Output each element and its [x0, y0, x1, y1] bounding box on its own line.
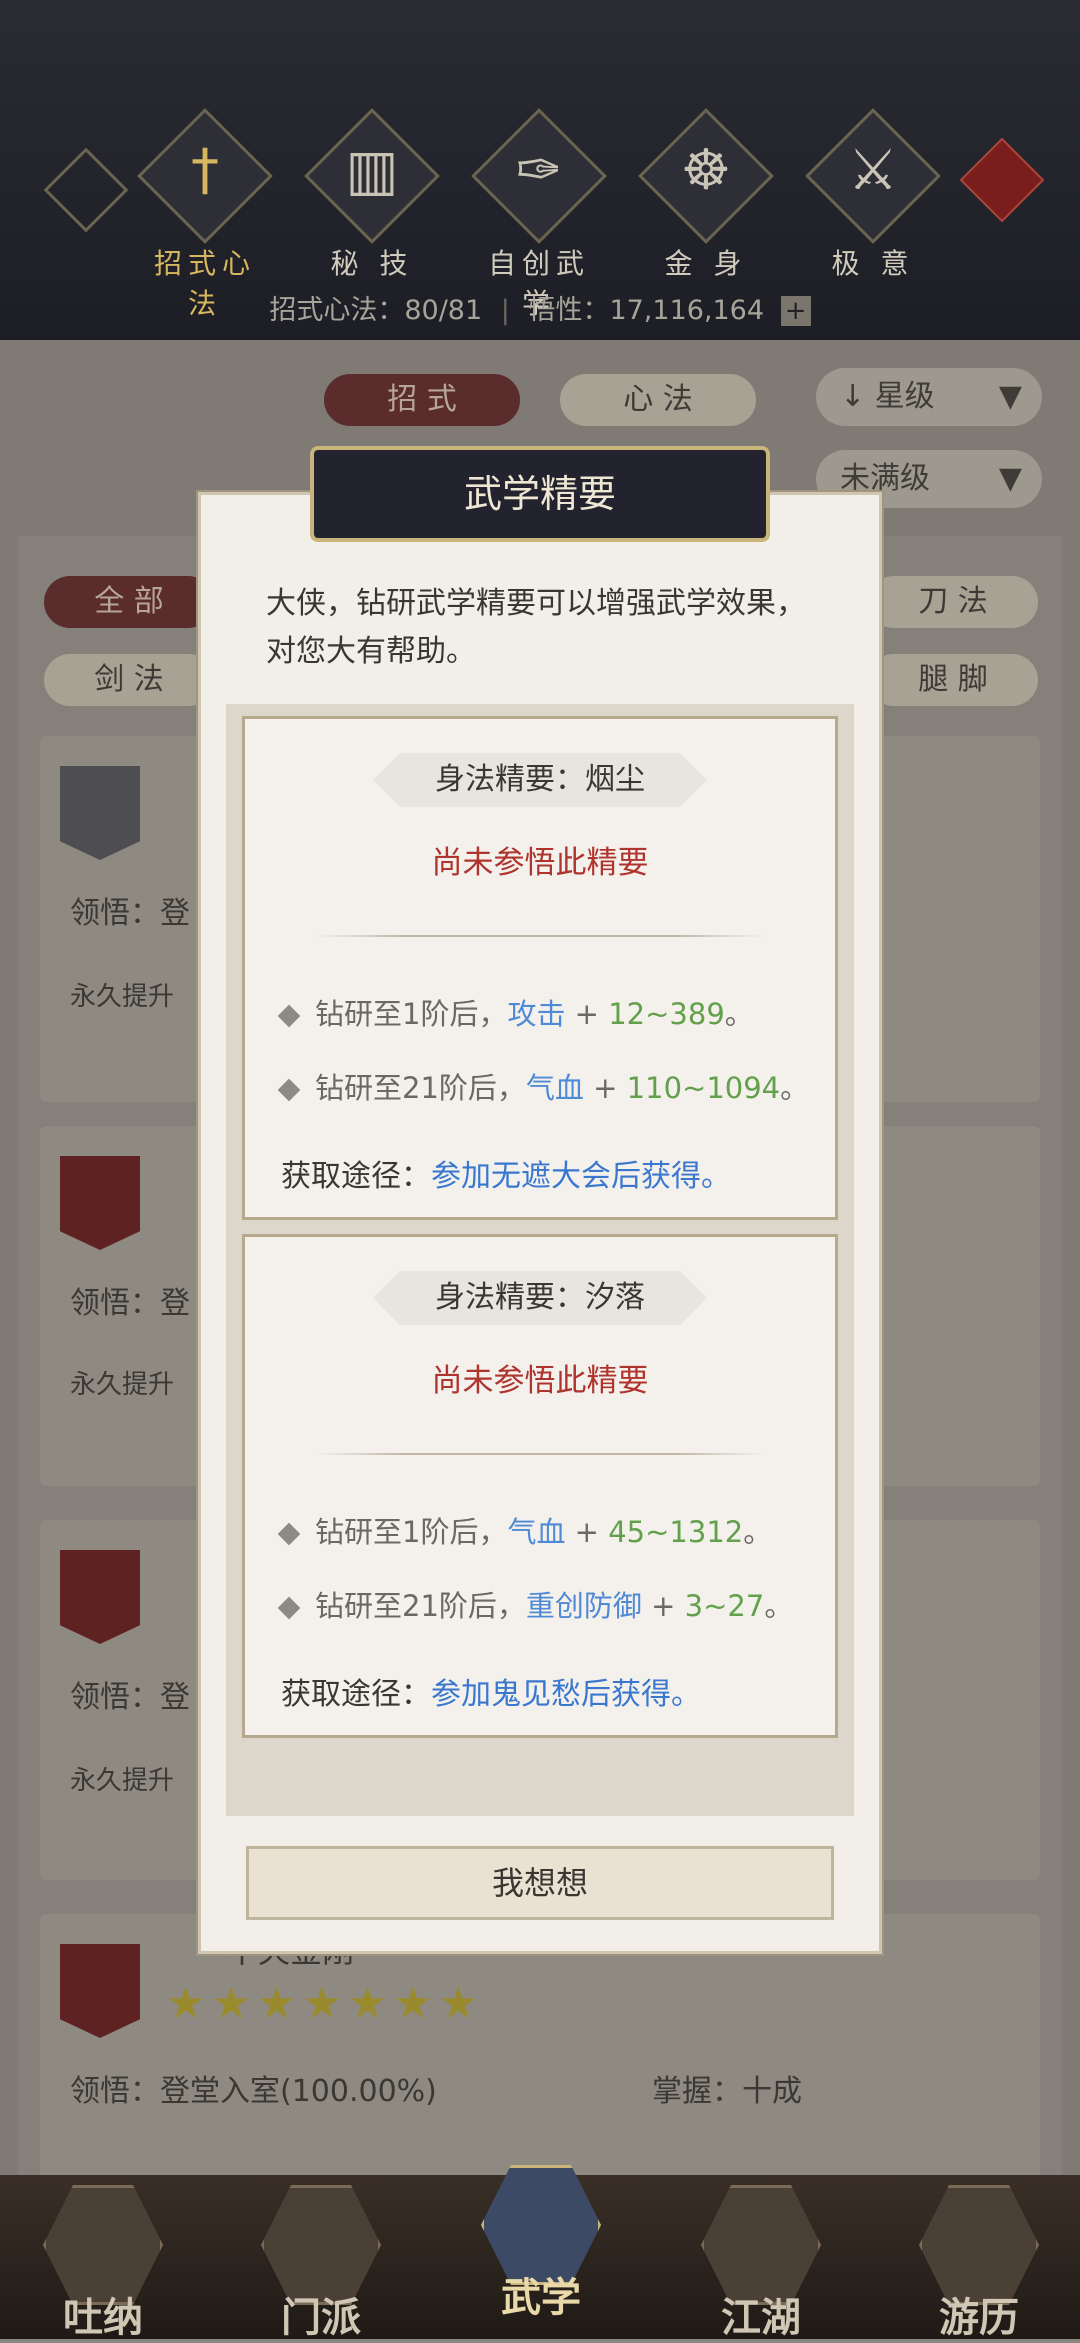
permanent-label: 永久提升: [70, 1766, 175, 1796]
comprehend-label: 领悟：登: [70, 1286, 190, 1321]
meditation-icon: ☸: [680, 138, 732, 203]
essence-status: 尚未参悟此精要: [431, 1363, 649, 1399]
top-header: † 招式心法 ▥ 秘 技 ✑ 自创武学 ☸ 金 身 ⚔ 极 意 招式心法：80/…: [0, 0, 1080, 340]
nav-label: 极 意: [831, 247, 915, 280]
source-link[interactable]: 参加鬼见愁后获得。: [431, 1677, 701, 1712]
tab-martial-arts[interactable]: 武学: [466, 2165, 616, 2321]
sort-select[interactable]: ↓ 星级 ▼: [816, 368, 1042, 426]
arrow-down-icon: ↓: [840, 379, 866, 414]
chevron-down-icon: ▼: [998, 461, 1022, 496]
chevron-down-icon: ▼: [998, 379, 1022, 414]
add-insight-button[interactable]: +: [780, 296, 811, 326]
permanent-label: 永久提升: [70, 1370, 175, 1400]
upgrade-badge-icon: [60, 766, 140, 860]
effect-value: 110~1094: [626, 1071, 781, 1105]
effect-stat: 攻击: [507, 997, 566, 1031]
category-sword[interactable]: 剑 法: [44, 654, 214, 706]
tab-mind[interactable]: 心 法: [560, 374, 756, 426]
tab-label: 门派: [281, 2295, 361, 2341]
sword-icon: †: [191, 138, 219, 203]
scroll-icon: ✑: [515, 138, 563, 203]
ornament-divider: [315, 1453, 765, 1455]
tab-moves[interactable]: 招 式: [324, 374, 520, 426]
essence-name: 身法精要：烟尘: [373, 753, 707, 807]
stats-line: 招式心法：80/81 | 悟性：17,116,164 +: [0, 288, 1080, 327]
effect-value: 45~1312: [608, 1515, 744, 1549]
moves-count: 招式心法：80/81: [269, 295, 483, 326]
effect-plus: +: [565, 1515, 609, 1549]
essence-status: 尚未参悟此精要: [431, 845, 649, 881]
martial-pose-icon: ⚔: [847, 138, 899, 203]
effect-prefix: 钻研至21阶后，: [315, 1589, 526, 1623]
source-label: 获取途径：: [281, 1677, 431, 1712]
effect-line: 钻研至1阶后，攻击 + 12~389。: [277, 991, 821, 1033]
nav-golden-body[interactable]: ☸ 金 身: [638, 108, 774, 282]
comprehend-label: 领悟：登: [70, 896, 190, 931]
upgrade-badge-icon: [60, 1944, 140, 2038]
bottom-nav: 吐纳 门派 武学 江湖 游历: [0, 2165, 1080, 2341]
effect-prefix: 钻研至1阶后，: [315, 1515, 508, 1549]
diamond-bullet-icon: [277, 1004, 301, 1028]
effect-prefix: 钻研至21阶后，: [315, 1071, 526, 1105]
effect-value: 3~27: [684, 1589, 765, 1623]
insight-value: 悟性：17,116,164: [528, 295, 765, 326]
tab-label: 吐纳: [63, 2295, 143, 2341]
effect-line: 钻研至21阶后，气血 + 110~1094。: [277, 1065, 821, 1107]
sort-value: 星级: [874, 379, 935, 414]
think-it-over-button[interactable]: 我想想: [246, 1846, 834, 1920]
diamond-bullet-icon: [277, 1078, 301, 1102]
comprehend-label: 领悟：登堂入室(100.00%): [70, 2074, 437, 2109]
ornament-divider: [315, 935, 765, 937]
tab-label: 江湖: [721, 2295, 801, 2341]
effect-end: 。: [743, 1515, 773, 1549]
knot-charm-icon[interactable]: [959, 137, 1045, 223]
nav-secret-skills[interactable]: ▥ 秘 技: [304, 108, 440, 282]
tab-label: 武学: [501, 2275, 581, 2321]
effect-plus: +: [565, 997, 609, 1031]
upgrade-badge-icon: [60, 1156, 140, 1250]
source-link[interactable]: 参加无遮大会后获得。: [431, 1159, 731, 1194]
effect-stat: 气血: [525, 1071, 584, 1105]
effect-plus: +: [583, 1071, 627, 1105]
upgrade-badge-icon: [60, 1550, 140, 1644]
effect-end: 。: [764, 1589, 794, 1623]
essence-name: 身法精要：汐落: [373, 1271, 707, 1325]
essence-entry: 身法精要：烟尘 尚未参悟此精要 钻研至1阶后，攻击 + 12~389。 钻研至2…: [242, 716, 838, 1220]
tab-label: 游历: [939, 2295, 1019, 2341]
category-all[interactable]: 全 部: [44, 576, 214, 628]
acquire-source: 获取途径：参加无遮大会后获得。: [281, 1151, 821, 1195]
source-label: 获取途径：: [281, 1159, 431, 1194]
nav-label: 金 身: [664, 247, 748, 280]
mastery-label: 掌握：十成: [652, 2074, 802, 2109]
diamond-bullet-icon: [277, 1522, 301, 1546]
diamond-bullet-icon: [277, 1596, 301, 1620]
effect-value: 12~389: [608, 997, 725, 1031]
nav-ultimate[interactable]: ⚔ 极 意: [805, 108, 941, 282]
tab-jianghu[interactable]: 江湖: [686, 2185, 836, 2341]
star-rating: ★★★★★★★: [166, 1978, 485, 2029]
effect-line: 钻研至21阶后，重创防御 + 3~27。: [277, 1583, 821, 1625]
acquire-source: 获取途径：参加鬼见愁后获得。: [281, 1669, 821, 1713]
permanent-label: 永久提升: [70, 982, 175, 1012]
tab-sect[interactable]: 门派: [246, 2185, 396, 2341]
essence-entry: 身法精要：汐落 尚未参悟此精要 钻研至1阶后，气血 + 45~1312。 钻研至…: [242, 1234, 838, 1738]
effect-plus: +: [641, 1589, 685, 1623]
effect-prefix: 钻研至1阶后，: [315, 997, 508, 1031]
category-blade[interactable]: 刀 法: [868, 576, 1038, 628]
eye-icon[interactable]: [43, 147, 129, 233]
level-filter-value: 未满级: [840, 461, 930, 496]
effect-end: 。: [780, 1071, 810, 1105]
effect-end: 。: [724, 997, 754, 1031]
effect-stat: 重创防御: [525, 1589, 642, 1623]
dialog-description: 大侠，钻研武学精要可以增强武学效果，对您大有帮助。: [266, 586, 806, 669]
effect-stat: 气血: [507, 1515, 566, 1549]
tab-breathing[interactable]: 吐纳: [28, 2185, 178, 2341]
effect-line: 钻研至1阶后，气血 + 45~1312。: [277, 1509, 821, 1551]
comprehend-label: 领悟：登: [70, 1680, 190, 1715]
dialog-title: 武学精要: [310, 446, 770, 542]
tab-travel[interactable]: 游历: [904, 2185, 1054, 2341]
category-leg[interactable]: 腿 脚: [868, 654, 1038, 706]
book-icon: ▥: [345, 138, 399, 203]
nav-label: 秘 技: [330, 247, 414, 280]
